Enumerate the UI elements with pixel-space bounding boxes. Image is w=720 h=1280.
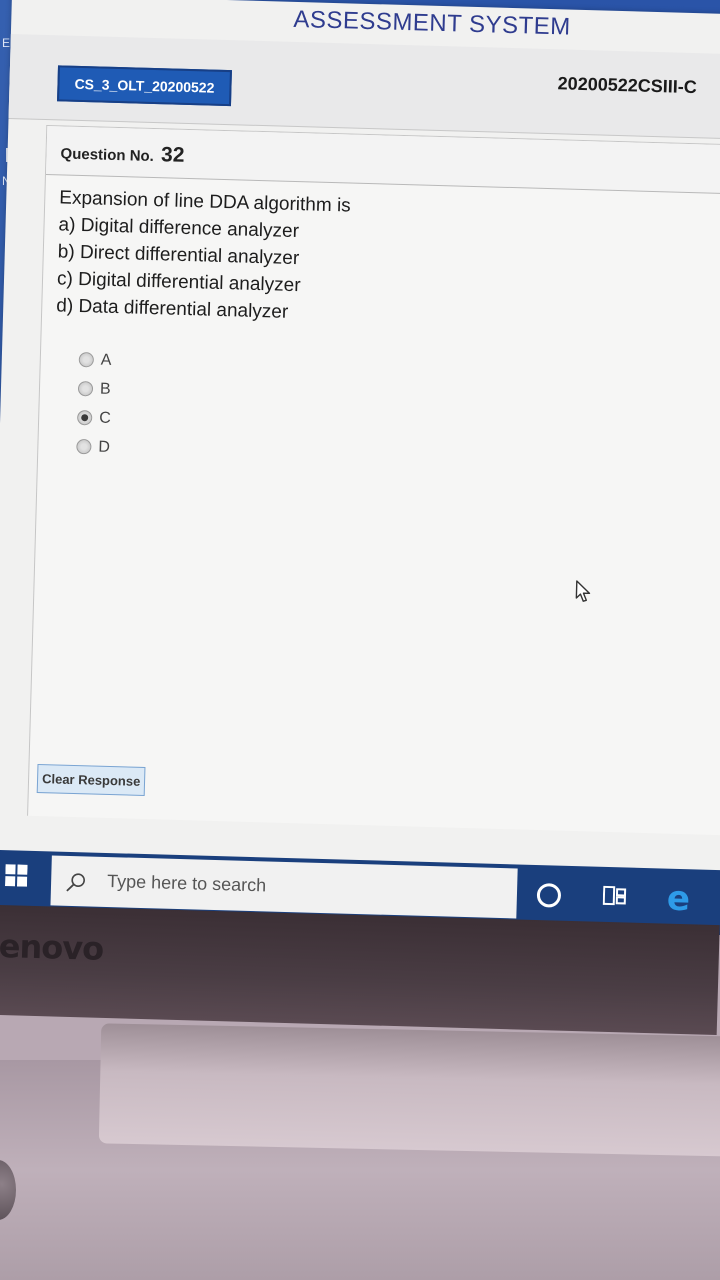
option-label: C	[98, 409, 112, 427]
option-d[interactable]: D	[76, 432, 110, 462]
question-body: Expansion of line DDA algorithm is a) Di…	[56, 184, 351, 327]
exam-header: CS_3_OLT_20200522 20200522CSIII-C	[8, 33, 720, 141]
browser-window: ASSESSMENT SYSTEM CS_3_OLT_20200522 2020…	[0, 0, 720, 875]
option-label: A	[100, 351, 112, 369]
question-number-heading: Question No. 32	[60, 140, 184, 167]
option-c[interactable]: C	[76, 403, 112, 433]
monitor-screen: E N F L VI ASSESSMENT SYSTEM CS_3_OLT_20…	[0, 0, 720, 935]
clear-response-button[interactable]: Clear Response	[36, 764, 146, 797]
mouse-cursor-icon	[574, 579, 595, 609]
laptop-brand-logo: enovo	[0, 926, 104, 968]
radio-button[interactable]	[77, 380, 94, 397]
edge-browser-icon[interactable]: e	[666, 879, 690, 920]
laptop-bezel: enovo	[0, 905, 720, 1036]
radio-button[interactable]	[76, 438, 92, 455]
search-placeholder: Type here to search	[106, 871, 267, 896]
option-label: D	[98, 438, 111, 456]
question-panel: Question No. 32 Expansion of line DDA al…	[27, 125, 720, 836]
search-icon	[65, 872, 88, 895]
radio-button[interactable]	[78, 352, 95, 368]
app-title: ASSESSMENT SYSTEM	[293, 5, 572, 41]
laptop-hinge	[98, 1023, 720, 1157]
question-number-label: Question No.	[60, 145, 155, 166]
windows-start-icon[interactable]	[4, 864, 28, 887]
task-view-icon[interactable]	[602, 885, 628, 908]
question-header: Question No. 32	[45, 126, 720, 196]
radio-button-selected[interactable]	[76, 409, 93, 426]
option-label: B	[99, 380, 111, 398]
question-number: 32	[160, 143, 185, 167]
strip-label: E	[2, 36, 11, 50]
option-a[interactable]: A	[78, 345, 112, 375]
answer-options: A B C D	[76, 345, 113, 462]
candidate-id: 20200522CSIII-C	[557, 73, 698, 98]
option-b[interactable]: B	[77, 374, 112, 404]
exam-code-tab[interactable]: CS_3_OLT_20200522	[57, 65, 232, 107]
cortana-icon[interactable]	[536, 883, 562, 908]
